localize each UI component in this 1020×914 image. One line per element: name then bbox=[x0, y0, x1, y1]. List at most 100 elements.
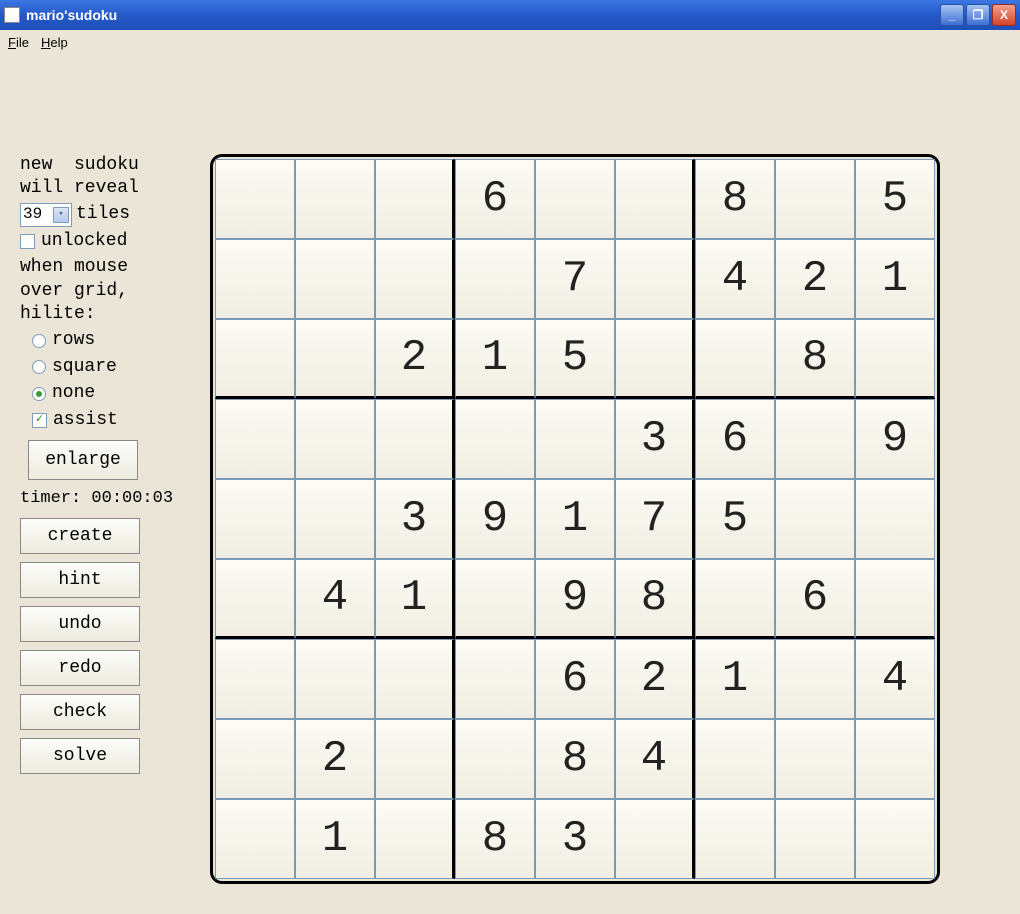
sudoku-cell-3-6[interactable]: 6 bbox=[695, 399, 775, 479]
sudoku-cell-2-0[interactable] bbox=[215, 319, 295, 399]
sudoku-cell-1-1[interactable] bbox=[295, 239, 375, 319]
sudoku-cell-8-2[interactable] bbox=[375, 799, 455, 879]
sudoku-cell-5-5[interactable]: 8 bbox=[615, 559, 695, 639]
sudoku-cell-8-1[interactable]: 1 bbox=[295, 799, 375, 879]
sudoku-cell-7-5[interactable]: 4 bbox=[615, 719, 695, 799]
sudoku-cell-3-2[interactable] bbox=[375, 399, 455, 479]
sudoku-cell-3-3[interactable] bbox=[455, 399, 535, 479]
sudoku-cell-3-0[interactable] bbox=[215, 399, 295, 479]
sudoku-cell-4-0[interactable] bbox=[215, 479, 295, 559]
sudoku-cell-7-3[interactable] bbox=[455, 719, 535, 799]
sudoku-cell-6-5[interactable]: 2 bbox=[615, 639, 695, 719]
radio-rows-row[interactable]: rows bbox=[32, 329, 200, 352]
sudoku-cell-8-8[interactable] bbox=[855, 799, 935, 879]
sudoku-cell-2-8[interactable] bbox=[855, 319, 935, 399]
sudoku-cell-4-2[interactable]: 3 bbox=[375, 479, 455, 559]
assist-checkbox[interactable]: ✓ bbox=[32, 413, 47, 428]
assist-row[interactable]: ✓ assist bbox=[32, 409, 200, 432]
sudoku-cell-1-8[interactable]: 1 bbox=[855, 239, 935, 319]
radio-square-row[interactable]: square bbox=[32, 356, 200, 379]
menu-help[interactable]: Help bbox=[41, 35, 68, 50]
sudoku-cell-2-6[interactable] bbox=[695, 319, 775, 399]
sudoku-cell-3-4[interactable] bbox=[535, 399, 615, 479]
enlarge-button[interactable]: enlarge bbox=[28, 440, 138, 480]
radio-none[interactable] bbox=[32, 387, 46, 401]
sudoku-cell-4-6[interactable]: 5 bbox=[695, 479, 775, 559]
check-button[interactable]: check bbox=[20, 694, 140, 730]
menu-file[interactable]: File bbox=[8, 35, 29, 50]
sudoku-cell-6-4[interactable]: 6 bbox=[535, 639, 615, 719]
sudoku-cell-8-5[interactable] bbox=[615, 799, 695, 879]
sudoku-cell-7-7[interactable] bbox=[775, 719, 855, 799]
sudoku-cell-8-6[interactable] bbox=[695, 799, 775, 879]
sudoku-cell-0-5[interactable] bbox=[615, 159, 695, 239]
sudoku-cell-3-5[interactable]: 3 bbox=[615, 399, 695, 479]
sudoku-cell-8-4[interactable]: 3 bbox=[535, 799, 615, 879]
sudoku-cell-5-4[interactable]: 9 bbox=[535, 559, 615, 639]
sudoku-cell-1-6[interactable]: 4 bbox=[695, 239, 775, 319]
hint-button[interactable]: hint bbox=[20, 562, 140, 598]
sudoku-cell-0-3[interactable]: 6 bbox=[455, 159, 535, 239]
sudoku-cell-1-0[interactable] bbox=[215, 239, 295, 319]
solve-button[interactable]: solve bbox=[20, 738, 140, 774]
sudoku-cell-5-2[interactable]: 1 bbox=[375, 559, 455, 639]
redo-button[interactable]: redo bbox=[20, 650, 140, 686]
sudoku-cell-4-1[interactable] bbox=[295, 479, 375, 559]
sudoku-cell-0-0[interactable] bbox=[215, 159, 295, 239]
minimize-button[interactable]: _ bbox=[940, 4, 964, 26]
sudoku-cell-0-8[interactable]: 5 bbox=[855, 159, 935, 239]
sudoku-cell-3-1[interactable] bbox=[295, 399, 375, 479]
maximize-button[interactable]: ❐ bbox=[966, 4, 990, 26]
sudoku-cell-7-2[interactable] bbox=[375, 719, 455, 799]
sudoku-cell-5-3[interactable] bbox=[455, 559, 535, 639]
sudoku-cell-1-3[interactable] bbox=[455, 239, 535, 319]
tiles-select[interactable]: 39 ▾ bbox=[20, 203, 72, 227]
sudoku-cell-6-6[interactable]: 1 bbox=[695, 639, 775, 719]
sudoku-cell-2-3[interactable]: 1 bbox=[455, 319, 535, 399]
sudoku-cell-0-1[interactable] bbox=[295, 159, 375, 239]
sudoku-cell-2-5[interactable] bbox=[615, 319, 695, 399]
sudoku-cell-1-5[interactable] bbox=[615, 239, 695, 319]
unlocked-row[interactable]: unlocked bbox=[20, 230, 200, 253]
sudoku-cell-8-7[interactable] bbox=[775, 799, 855, 879]
sudoku-cell-7-4[interactable]: 8 bbox=[535, 719, 615, 799]
sudoku-cell-5-7[interactable]: 6 bbox=[775, 559, 855, 639]
sudoku-cell-1-7[interactable]: 2 bbox=[775, 239, 855, 319]
sudoku-cell-0-2[interactable] bbox=[375, 159, 455, 239]
sudoku-cell-8-0[interactable] bbox=[215, 799, 295, 879]
sudoku-cell-4-7[interactable] bbox=[775, 479, 855, 559]
sudoku-cell-7-1[interactable]: 2 bbox=[295, 719, 375, 799]
sudoku-cell-5-1[interactable]: 4 bbox=[295, 559, 375, 639]
radio-none-row[interactable]: none bbox=[32, 382, 200, 405]
sudoku-cell-2-4[interactable]: 5 bbox=[535, 319, 615, 399]
sudoku-cell-3-8[interactable]: 9 bbox=[855, 399, 935, 479]
undo-button[interactable]: undo bbox=[20, 606, 140, 642]
sudoku-cell-8-3[interactable]: 8 bbox=[455, 799, 535, 879]
sudoku-cell-6-3[interactable] bbox=[455, 639, 535, 719]
sudoku-cell-2-1[interactable] bbox=[295, 319, 375, 399]
sudoku-cell-5-0[interactable] bbox=[215, 559, 295, 639]
sudoku-cell-1-2[interactable] bbox=[375, 239, 455, 319]
sudoku-cell-7-6[interactable] bbox=[695, 719, 775, 799]
sudoku-cell-2-2[interactable]: 2 bbox=[375, 319, 455, 399]
sudoku-cell-6-8[interactable]: 4 bbox=[855, 639, 935, 719]
sudoku-cell-6-1[interactable] bbox=[295, 639, 375, 719]
create-button[interactable]: create bbox=[20, 518, 140, 554]
sudoku-cell-4-4[interactable]: 1 bbox=[535, 479, 615, 559]
sudoku-cell-5-6[interactable] bbox=[695, 559, 775, 639]
sudoku-cell-6-2[interactable] bbox=[375, 639, 455, 719]
sudoku-cell-4-5[interactable]: 7 bbox=[615, 479, 695, 559]
sudoku-cell-4-3[interactable]: 9 bbox=[455, 479, 535, 559]
sudoku-cell-6-7[interactable] bbox=[775, 639, 855, 719]
sudoku-cell-0-6[interactable]: 8 bbox=[695, 159, 775, 239]
sudoku-cell-1-4[interactable]: 7 bbox=[535, 239, 615, 319]
sudoku-cell-5-8[interactable] bbox=[855, 559, 935, 639]
sudoku-cell-7-8[interactable] bbox=[855, 719, 935, 799]
radio-square[interactable] bbox=[32, 360, 46, 374]
close-button[interactable]: X bbox=[992, 4, 1016, 26]
radio-rows[interactable] bbox=[32, 334, 46, 348]
sudoku-cell-2-7[interactable]: 8 bbox=[775, 319, 855, 399]
sudoku-cell-0-4[interactable] bbox=[535, 159, 615, 239]
sudoku-cell-3-7[interactable] bbox=[775, 399, 855, 479]
sudoku-cell-0-7[interactable] bbox=[775, 159, 855, 239]
